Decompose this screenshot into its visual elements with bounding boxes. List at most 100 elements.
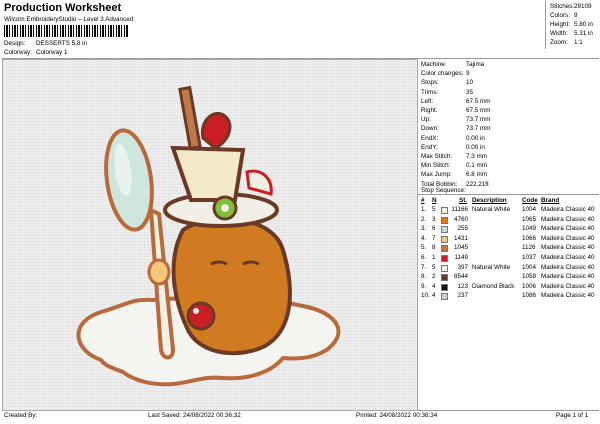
info-value: 73.7 mm (466, 125, 491, 133)
stop-needle: 5 (432, 206, 436, 213)
stop-needle: 8 (432, 244, 436, 252)
color-swatch (441, 245, 448, 253)
stop-description: Diamond Black (472, 282, 515, 290)
software-subtitle: Wilcom EmbroideryStudio – Level 3 Advanc… (4, 16, 134, 23)
info-value: 35 (466, 88, 474, 96)
info-label: Down: (421, 125, 439, 133)
stop-brand: Madeira Classic 40 (541, 244, 595, 252)
stop-stitches: 1431 (453, 234, 468, 242)
col-code: Code (522, 197, 538, 204)
stop-stitches: 123 (457, 282, 468, 290)
stop-needle: 3 (432, 215, 436, 223)
info-label: Trims: (421, 88, 439, 96)
stop-brand: Madeira Classic 40 (541, 273, 595, 281)
info-value: 9 (466, 70, 470, 78)
col-brand: Brand (541, 197, 560, 204)
height-value: 5.80 in (574, 21, 593, 28)
info-label: Min Stitch: (421, 162, 451, 170)
strawberry (200, 112, 232, 150)
stop-code: 1004 (522, 206, 537, 213)
info-label: Max Stitch: (421, 153, 453, 160)
stop-brand: Madeira Classic 40 (541, 206, 595, 213)
info-value: Tajima (466, 61, 485, 68)
created-by: Created By: (4, 412, 38, 419)
cherry (186, 301, 216, 331)
info-label: Stops: (421, 79, 439, 87)
stop-stitches: 255 (457, 225, 468, 233)
color-swatch (441, 207, 448, 214)
stop-needle: 7 (432, 234, 436, 242)
stop-stitches: 1149 (454, 254, 468, 261)
character-body (171, 216, 292, 356)
stitches-label: Stitches: (550, 3, 575, 10)
color-swatch (441, 216, 448, 224)
stop-code: 1049 (522, 225, 537, 233)
info-value: 6.8 mm (466, 171, 487, 179)
info-label: Max Jump: (421, 171, 452, 179)
stop-code: 1126 (522, 244, 536, 252)
stop-num: 2. (421, 215, 427, 223)
color-swatch (441, 283, 448, 291)
color-swatch (441, 274, 448, 282)
stop-stitches: 8544 (453, 273, 468, 281)
design-preview (2, 59, 418, 411)
stop-code: 1065 (522, 215, 537, 223)
info-label: Color changes: (421, 70, 464, 78)
stop-brand: Madeira Classic 40 (541, 263, 595, 271)
width-value: 5.31 in (574, 30, 593, 37)
color-swatch (441, 235, 448, 243)
stop-description: Natural White (472, 206, 511, 213)
stop-code: 1086 (522, 292, 537, 300)
stop-num: 1. (421, 206, 427, 213)
stop-sequence-title: Stop Sequence: (421, 187, 466, 194)
info-label: Right: (421, 107, 438, 114)
embroidery-design-image (76, 85, 341, 387)
color-swatch (441, 226, 448, 234)
stop-num: 7. (421, 263, 427, 271)
col-st: St. (459, 197, 468, 204)
stop-brand: Madeira Classic 40 (541, 292, 595, 300)
stop-code: 1004 (522, 263, 537, 271)
design-value: DESSERTS 5,8 in (36, 40, 87, 47)
colors-value: 9 (574, 12, 578, 19)
stop-brand: Madeira Classic 40 (541, 225, 595, 233)
height-label: Height: (550, 21, 570, 28)
info-value: 10 (466, 79, 474, 87)
printed-date: Printed: 24/08/2022 00:36:34 (356, 412, 438, 419)
stop-stitches: 397 (457, 263, 468, 271)
info-value: 67.5 mm (466, 97, 491, 105)
stop-brand: Madeira Classic 40 (541, 254, 595, 261)
stop-needle: 2 (432, 273, 436, 281)
stop-num: 5. (421, 244, 427, 252)
stop-needle: 5 (432, 263, 436, 271)
stop-brand: Madeira Classic 40 (541, 282, 595, 290)
stop-num: 6. (421, 254, 427, 261)
info-value: 73.7 mm (466, 116, 491, 124)
zoom-value: 1:1 (574, 39, 583, 46)
colorway-label: Colorway: (4, 49, 32, 56)
color-swatch (441, 264, 448, 272)
summary-box: Stitches: 29109 Colors: 9 Height: 5.80 i… (545, 1, 600, 49)
info-divider (417, 194, 599, 195)
zoom-label: Zoom: (550, 39, 568, 46)
stop-needle: 4 (432, 292, 436, 300)
info-label: Up: (421, 116, 431, 124)
stop-needle: 6 (432, 225, 436, 233)
color-swatch (441, 255, 448, 262)
stop-num: 4. (421, 234, 427, 242)
info-label: Left: (421, 97, 434, 105)
col-num: # (421, 197, 425, 204)
width-label: Width: (550, 30, 568, 37)
col-description: Description (472, 197, 507, 204)
info-label: Machine: (421, 61, 447, 68)
stop-code: 1066 (522, 234, 537, 242)
info-label: EndX: (421, 134, 439, 142)
stop-num: 3. (421, 225, 427, 233)
stop-brand: Madeira Classic 40 (541, 215, 595, 223)
info-value: 0.00 in (466, 134, 485, 142)
color-swatch (441, 293, 448, 301)
info-label: EndY: (421, 143, 438, 151)
stitches-value: 29109 (574, 3, 592, 10)
page-number: Page 1 of 1 (556, 412, 589, 419)
stop-needle: 1 (432, 254, 436, 261)
